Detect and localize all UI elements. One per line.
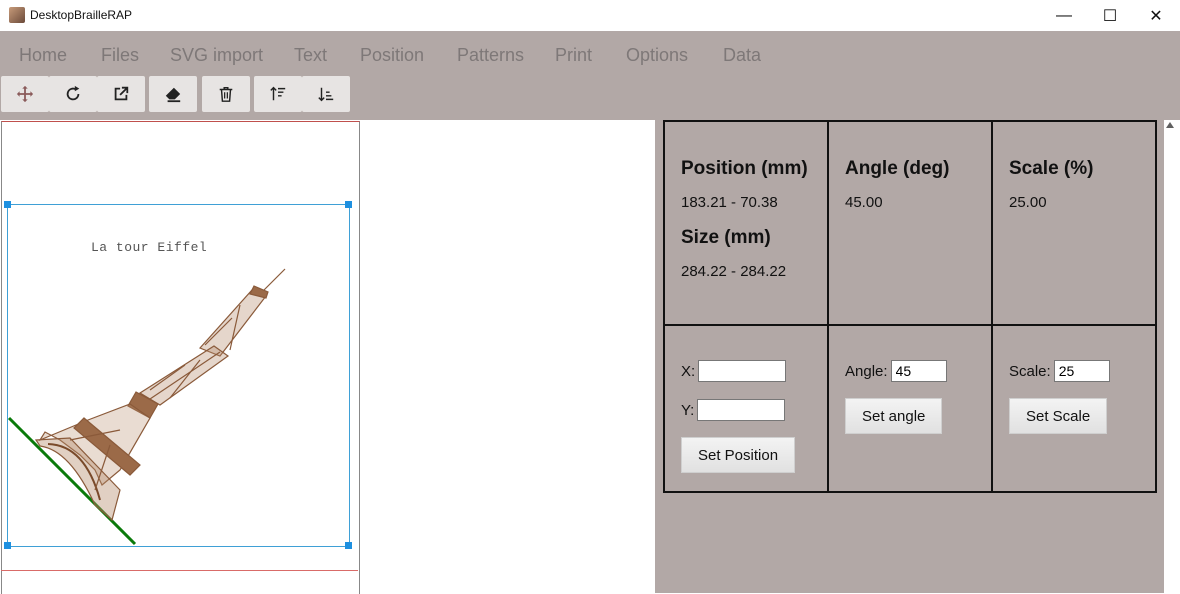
y-input[interactable] [697, 399, 786, 421]
menu-home[interactable]: Home [19, 45, 67, 66]
external-link-icon [114, 86, 129, 101]
angle-form-cell: Angle: Set angle [827, 324, 993, 493]
move-button[interactable] [1, 76, 49, 112]
scale-cell: Scale (%) 25.00 [991, 120, 1157, 326]
maximize-button[interactable]: ☐ [1087, 0, 1133, 31]
title-bar: DesktopBrailleRAP — ☐ ✕ [0, 0, 1180, 31]
external-link-button[interactable] [97, 76, 145, 112]
vertical-scrollbar[interactable] [1164, 120, 1180, 593]
set-position-button[interactable]: Set Position [681, 437, 796, 473]
close-button[interactable]: ✕ [1133, 0, 1179, 31]
set-angle-button[interactable]: Set angle [845, 398, 943, 434]
scroll-up-icon[interactable] [1166, 122, 1174, 128]
move-icon [16, 85, 34, 103]
x-input[interactable] [698, 360, 787, 382]
menu-position[interactable]: Position [360, 45, 424, 66]
x-label: X: [681, 362, 696, 380]
angle-value: 45.00 [845, 194, 883, 211]
menu-options[interactable]: Options [626, 45, 688, 66]
menu-files[interactable]: Files [101, 45, 139, 66]
angle-cell: Angle (deg) 45.00 [827, 120, 993, 326]
resize-handle-top-left[interactable] [4, 201, 11, 208]
y-label: Y: [681, 401, 695, 419]
size-header: Size (mm) [681, 227, 771, 248]
position-header: Position (mm) [681, 158, 808, 179]
rotate-button[interactable] [49, 76, 97, 112]
sort-ascending-icon [270, 86, 286, 101]
menu-print[interactable]: Print [555, 45, 592, 66]
scale-form-cell: Scale: Set Scale [991, 324, 1157, 493]
size-value: 284.22 - 284.22 [681, 263, 787, 280]
eraser-button[interactable] [149, 76, 197, 112]
trash-icon [219, 86, 233, 102]
angle-input[interactable] [890, 360, 947, 382]
window-title: DesktopBrailleRAP [30, 8, 133, 22]
scale-label: Scale: [1009, 362, 1051, 380]
menu-text[interactable]: Text [294, 45, 327, 66]
menu-svg-import[interactable]: SVG import [170, 45, 263, 66]
sort-descending-icon [318, 87, 334, 102]
sort-descending-button[interactable] [302, 76, 350, 112]
properties-table: Position (mm) 183.21 - 70.38 Size (mm) 2… [663, 120, 1157, 493]
rotate-icon [66, 85, 80, 101]
set-scale-button[interactable]: Set Scale [1009, 398, 1108, 434]
scale-header: Scale (%) [1009, 158, 1094, 179]
menu-data[interactable]: Data [723, 45, 761, 66]
angle-label: Angle: [845, 362, 888, 380]
scale-value: 25.00 [1009, 194, 1047, 211]
scale-input[interactable] [1053, 360, 1110, 382]
resize-handle-bottom-left[interactable] [4, 542, 11, 549]
position-value: 183.21 - 70.38 [681, 194, 778, 211]
selection-box[interactable] [7, 204, 350, 547]
eraser-icon [165, 87, 181, 103]
sort-ascending-button[interactable] [254, 76, 302, 112]
page-bottom-margin [1, 570, 358, 571]
trash-button[interactable] [202, 76, 250, 112]
app-icon [9, 7, 25, 23]
position-cell: Position (mm) 183.21 - 70.38 Size (mm) 2… [663, 120, 829, 326]
angle-header: Angle (deg) [845, 158, 950, 179]
menu-patterns[interactable]: Patterns [457, 45, 524, 66]
minimize-button[interactable]: — [1041, 0, 1087, 31]
resize-handle-bottom-right[interactable] [345, 542, 352, 549]
position-form-cell: X: Y: Set Position [663, 324, 829, 493]
resize-handle-top-right[interactable] [345, 201, 352, 208]
